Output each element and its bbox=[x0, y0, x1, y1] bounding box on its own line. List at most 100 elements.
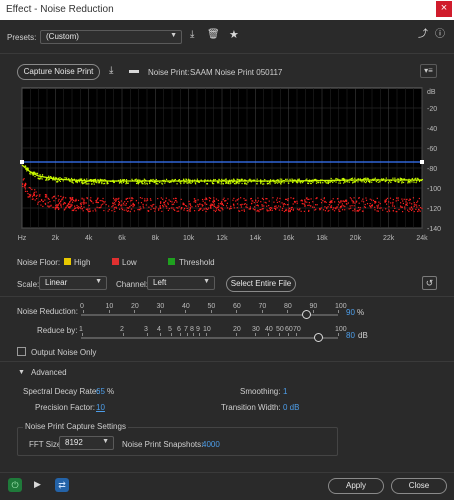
graph-menu-button[interactable]: ▾≡ bbox=[420, 64, 437, 78]
reduce-by-handle[interactable] bbox=[314, 333, 323, 342]
slider-tick bbox=[255, 333, 256, 336]
low-noise-point bbox=[370, 205, 372, 207]
high-noise-point bbox=[367, 177, 369, 180]
high-noise-point bbox=[283, 182, 285, 184]
low-noise-point bbox=[402, 200, 404, 202]
advanced-header[interactable]: Advanced bbox=[31, 368, 67, 377]
noise-graph[interactable]: -20 -40 -60 -80 -100 -120 -140 dB Hz 2k 4k 6k 8k 10k 1… bbox=[14, 84, 444, 254]
low-noise-point bbox=[384, 199, 386, 201]
slider-tick-label: 40 bbox=[265, 326, 273, 333]
low-noise-point bbox=[162, 198, 164, 200]
low-noise-point bbox=[165, 200, 167, 202]
high-noise-point bbox=[204, 179, 206, 181]
high-noise-point bbox=[324, 181, 326, 183]
low-noise-point bbox=[42, 205, 44, 208]
low-noise-point bbox=[31, 188, 33, 191]
low-noise-point bbox=[80, 205, 83, 208]
window-close-button[interactable]: × bbox=[436, 1, 452, 17]
noise-reduction-value[interactable]: 90 bbox=[346, 308, 355, 317]
low-noise-point bbox=[208, 200, 211, 202]
reduce-by-track[interactable] bbox=[81, 337, 338, 339]
low-noise-point bbox=[409, 207, 411, 209]
low-noise-point bbox=[384, 201, 386, 203]
low-noise-point bbox=[243, 203, 245, 205]
output-noise-only-checkbox[interactable] bbox=[17, 347, 26, 356]
low-noise-point bbox=[252, 208, 254, 210]
low-noise-point bbox=[92, 210, 94, 212]
noise-reduction-handle[interactable] bbox=[302, 310, 311, 319]
low-noise-point bbox=[326, 208, 328, 210]
spectral-decay-value[interactable]: 65 bbox=[96, 387, 105, 396]
high-noise-point bbox=[374, 177, 376, 179]
slider-tick-label: 50 bbox=[276, 326, 284, 333]
low-noise-point bbox=[60, 203, 62, 205]
reset-icon[interactable]: ↺ bbox=[422, 276, 437, 290]
low-noise-point bbox=[410, 206, 413, 208]
high-noise-point bbox=[233, 183, 236, 185]
high-noise-point bbox=[260, 179, 262, 181]
low-noise-point bbox=[137, 202, 140, 204]
low-noise-point bbox=[131, 197, 133, 199]
smoothing-value[interactable]: 1 bbox=[283, 387, 287, 396]
save-noise-print-icon[interactable]: ⤓ bbox=[109, 66, 113, 76]
low-noise-point bbox=[406, 202, 408, 204]
delete-preset-icon[interactable]: 🗑 bbox=[207, 30, 220, 40]
high-noise-point bbox=[348, 181, 351, 183]
low-noise-point bbox=[167, 202, 169, 204]
favorite-star-icon[interactable]: ★ bbox=[229, 30, 239, 41]
low-noise-point bbox=[168, 208, 170, 210]
high-noise-point bbox=[264, 179, 266, 181]
slider-tick bbox=[147, 333, 148, 336]
high-noise-point bbox=[90, 178, 92, 181]
high-noise-point bbox=[36, 173, 39, 175]
low-noise-point bbox=[374, 209, 376, 211]
high-noise-point bbox=[225, 178, 227, 180]
low-noise-point bbox=[364, 206, 366, 208]
high-noise-point bbox=[96, 182, 98, 184]
precision-factor-value[interactable]: 10 bbox=[96, 403, 105, 412]
merge-icon[interactable]: ⤴ bbox=[418, 30, 428, 40]
low-noise-point bbox=[23, 178, 25, 180]
low-noise-point bbox=[75, 210, 77, 212]
slider-tick bbox=[236, 333, 237, 336]
high-noise-point bbox=[235, 183, 237, 185]
presets-select[interactable]: (Custom) ▼ bbox=[40, 30, 182, 44]
high-noise-point bbox=[390, 181, 392, 184]
loop-icon[interactable]: ⇄ bbox=[55, 478, 69, 492]
select-entire-file-button[interactable]: Select Entire File bbox=[226, 276, 296, 292]
power-icon[interactable]: ⏻ bbox=[8, 478, 22, 492]
high-noise-point bbox=[317, 181, 319, 183]
slider-tick-label: 7 bbox=[184, 326, 188, 333]
channel-select[interactable]: Left ▼ bbox=[147, 276, 215, 290]
help-icon[interactable]: ⓘ bbox=[435, 30, 445, 40]
reduce-by-value[interactable]: 80 bbox=[346, 331, 355, 340]
low-noise-point bbox=[128, 207, 130, 209]
high-noise-point bbox=[154, 181, 156, 183]
low-noise-point bbox=[365, 197, 367, 199]
low-noise-point bbox=[288, 207, 290, 209]
fft-size-select[interactable]: 8192 ▼ bbox=[59, 436, 114, 450]
low-noise-point bbox=[140, 208, 142, 210]
low-noise-point bbox=[379, 203, 381, 205]
low-noise-point bbox=[191, 206, 193, 208]
low-noise-point bbox=[415, 204, 418, 206]
noise-reduction-track[interactable] bbox=[81, 314, 338, 316]
transition-width-value[interactable]: 0 dB bbox=[283, 403, 299, 412]
scale-select[interactable]: Linear ▼ bbox=[39, 276, 107, 290]
collapse-chevron-icon[interactable]: ▼ bbox=[18, 369, 25, 376]
capture-noise-print-button[interactable]: Capture Noise Print bbox=[17, 64, 100, 80]
high-noise-point bbox=[335, 181, 337, 183]
apply-button[interactable]: Apply bbox=[328, 478, 384, 494]
low-noise-point bbox=[39, 195, 41, 197]
save-preset-icon[interactable]: ⤓ bbox=[190, 30, 194, 40]
low-noise-point bbox=[292, 208, 294, 210]
close-button[interactable]: Close bbox=[391, 478, 447, 494]
high-noise-point bbox=[260, 181, 262, 183]
low-noise-point bbox=[159, 205, 161, 207]
noise-reduction-unit: % bbox=[357, 308, 365, 317]
low-noise-point bbox=[210, 205, 212, 208]
open-folder-icon[interactable]: ▬ bbox=[129, 66, 139, 76]
low-noise-point bbox=[181, 207, 183, 209]
play-icon[interactable]: ▶ bbox=[34, 480, 41, 489]
snapshots-value[interactable]: 4000 bbox=[202, 440, 220, 449]
